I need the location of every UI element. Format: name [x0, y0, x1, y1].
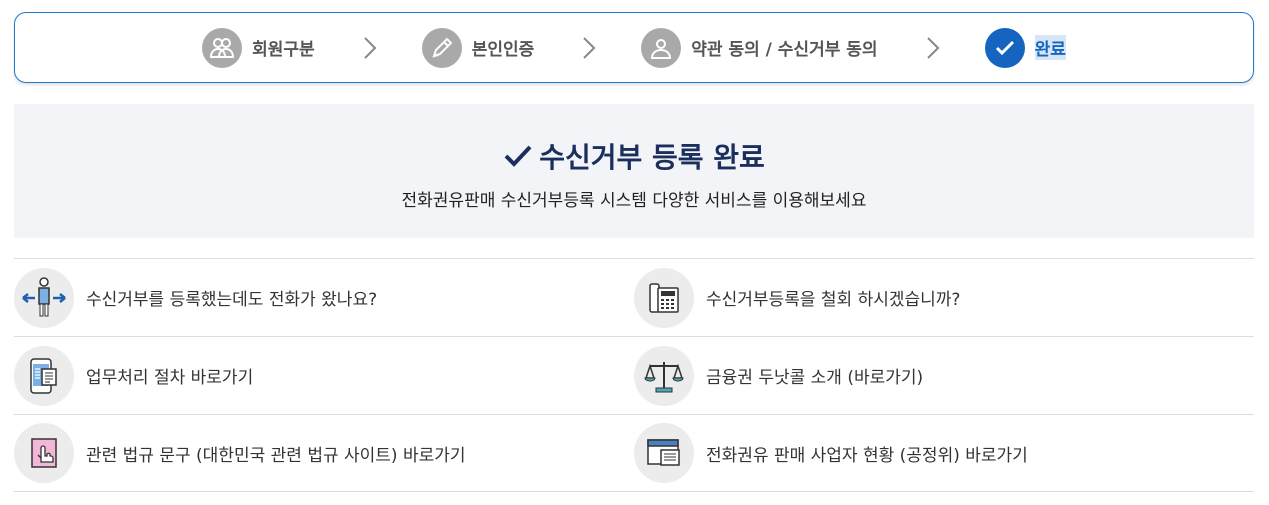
progress-stepper: 회원구분 본인인증 약관 동의 / 수신거부 동의 완료	[14, 12, 1254, 83]
completion-banner: 수신거부 등록 완료 전화권유판매 수신거부등록 시스템 다양한 서비스를 이용…	[14, 104, 1254, 238]
page-title: 수신거부 등록 완료	[503, 136, 765, 176]
chevron-right-icon	[582, 36, 596, 60]
link-label: 업무처리 절차 바로가기	[86, 368, 254, 388]
service-links: 수신거부를 등록했는데도 전화가 왔나요? 수신거부등록을 철회 하시겠습니까?	[14, 258, 1254, 492]
mobile-document-icon	[14, 345, 74, 406]
step-label: 약관 동의 / 수신거부 동의	[691, 40, 878, 60]
link-telemarketing-businesses[interactable]: 전화권유 판매 사업자 현황 (공정위) 바로가기	[634, 414, 1254, 492]
link-label: 수신거부를 등록했는데도 전화가 왔나요?	[86, 290, 378, 310]
link-process-procedure[interactable]: 업무처리 절차 바로가기	[14, 336, 634, 414]
link-label: 전화권유 판매 사업자 현황 (공정위) 바로가기	[706, 445, 1028, 466]
user-icon	[641, 27, 682, 68]
check-icon	[984, 27, 1025, 68]
step-label: 완료	[1034, 35, 1066, 60]
users-icon	[202, 27, 243, 68]
link-withdraw-registration[interactable]: 수신거부등록을 철회 하시겠습니까?	[634, 258, 1254, 336]
checkmark-icon	[504, 145, 532, 167]
chevron-right-icon	[926, 36, 940, 60]
link-label: 수신거부등록을 철회 하시겠습니까?	[706, 290, 961, 310]
link-label: 금융권 두낫콜 소개 (바로가기)	[706, 368, 924, 388]
telephone-icon	[634, 267, 694, 328]
link-related-laws[interactable]: 관련 법규 문구 (대한민국 관련 법규 사이트) 바로가기	[14, 414, 634, 492]
hand-pointer-icon	[14, 423, 74, 483]
step-label: 회원구분	[252, 40, 315, 60]
step-terms-agreement: 약관 동의 / 수신거부 동의	[641, 27, 878, 68]
link-call-after-registration[interactable]: 수신거부를 등록했는데도 전화가 왔나요?	[14, 258, 634, 336]
banner-subtitle: 전화권유판매 수신거부등록 시스템 다양한 서비스를 이용해보세요	[401, 191, 867, 211]
chevron-right-icon	[363, 36, 377, 60]
step-complete: 완료	[984, 27, 1066, 68]
link-label: 관련 법규 문구 (대한민국 관련 법규 사이트) 바로가기	[86, 445, 466, 466]
banner-title-text: 수신거부 등록 완료	[539, 141, 765, 174]
person-arrows-icon	[14, 267, 74, 328]
link-financial-donotcall[interactable]: 금융권 두낫콜 소개 (바로가기)	[634, 336, 1254, 414]
step-label: 본인인증	[471, 40, 535, 60]
window-list-icon	[634, 423, 694, 483]
pencil-icon	[421, 27, 462, 68]
step-identity-verification: 본인인증	[421, 27, 535, 68]
step-member-type: 회원구분	[202, 27, 315, 68]
scale-icon	[634, 345, 694, 406]
